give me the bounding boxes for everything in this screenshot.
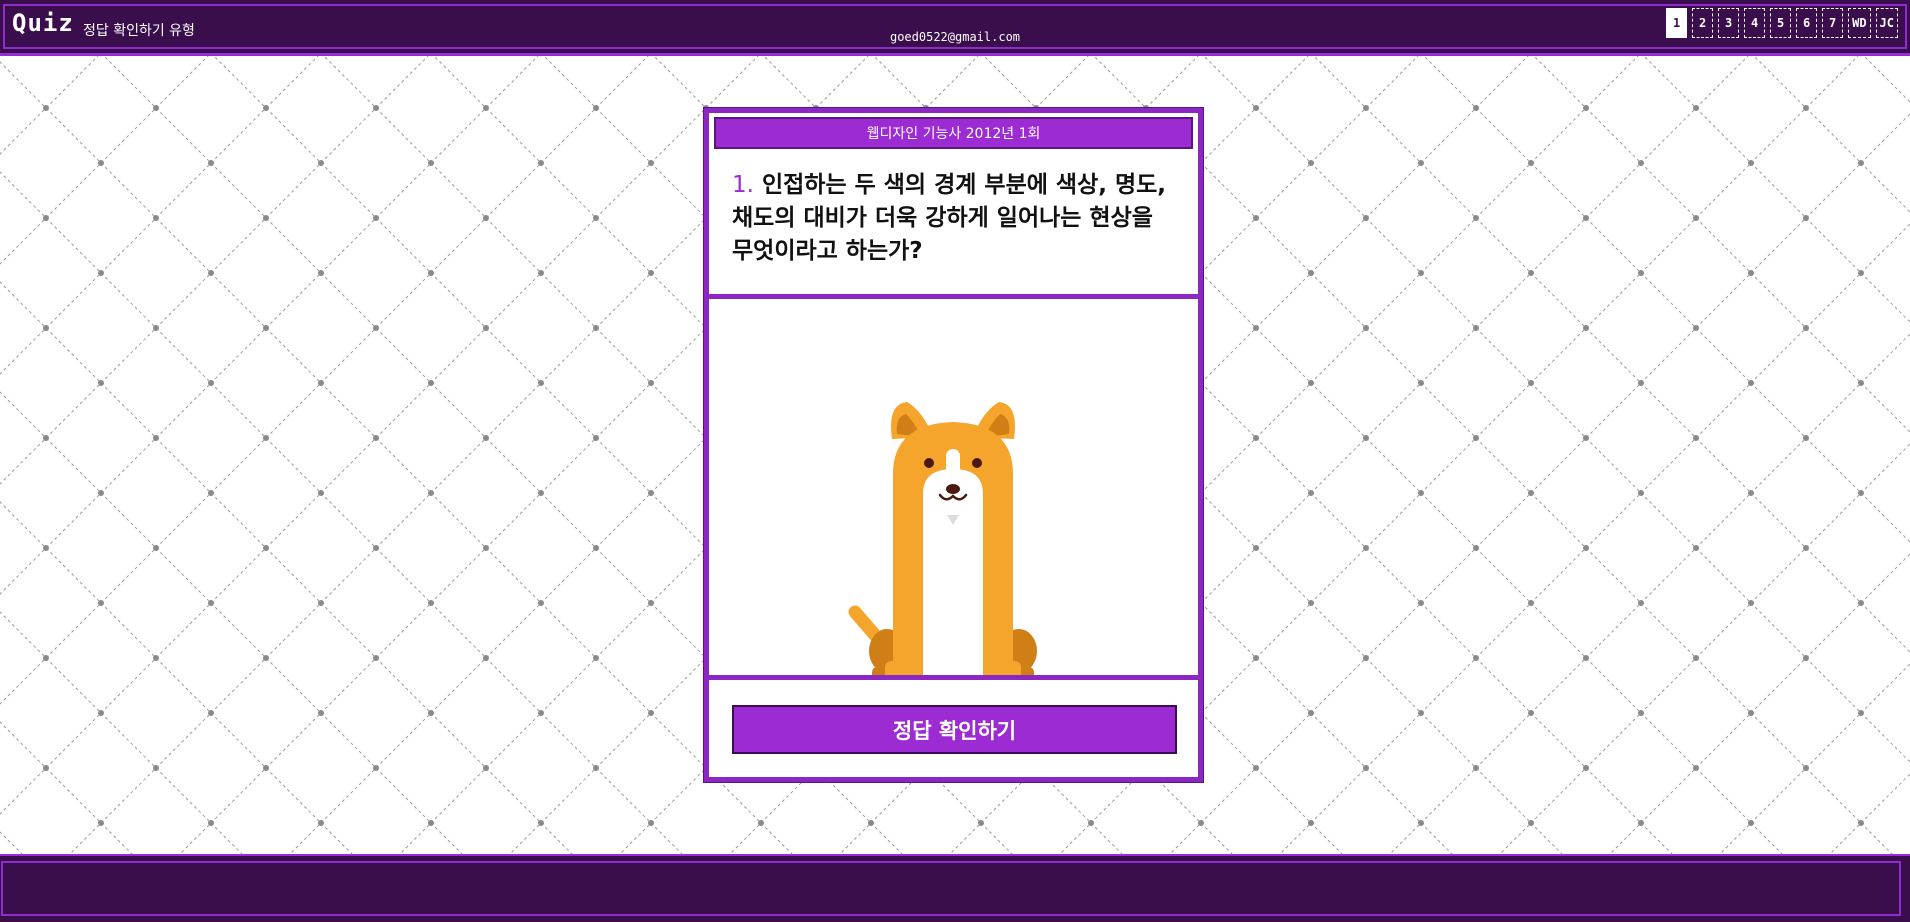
footer-frame [1, 861, 1901, 916]
divider-bottom [709, 675, 1198, 680]
question-body: 인접하는 두 색의 경계 부분에 색상, 명도, 채도의 대비가 더욱 강하게 … [732, 172, 1167, 264]
card-title: 웹디자인 기능사 2012년 1회 [714, 117, 1193, 149]
quiz-card: 웹디자인 기능사 2012년 1회 1. 인접하는 두 색의 경계 부분에 색상… [703, 107, 1204, 783]
top-header: Quiz 정답 확인하기 유형 1 2 3 4 5 6 7 WD JC [0, 0, 1910, 56]
check-answer-button[interactable]: 정답 확인하기 [732, 705, 1177, 754]
illustration-area [709, 299, 1198, 679]
footer-email[interactable]: goed0522@gmail.com [0, 30, 1910, 44]
dog-illustration [848, 402, 1037, 679]
footer [0, 854, 1910, 922]
question-number: 1. [732, 172, 754, 198]
question-text: 1. 인접하는 두 색의 경계 부분에 색상, 명도, 채도의 대비가 더욱 강… [732, 169, 1182, 268]
